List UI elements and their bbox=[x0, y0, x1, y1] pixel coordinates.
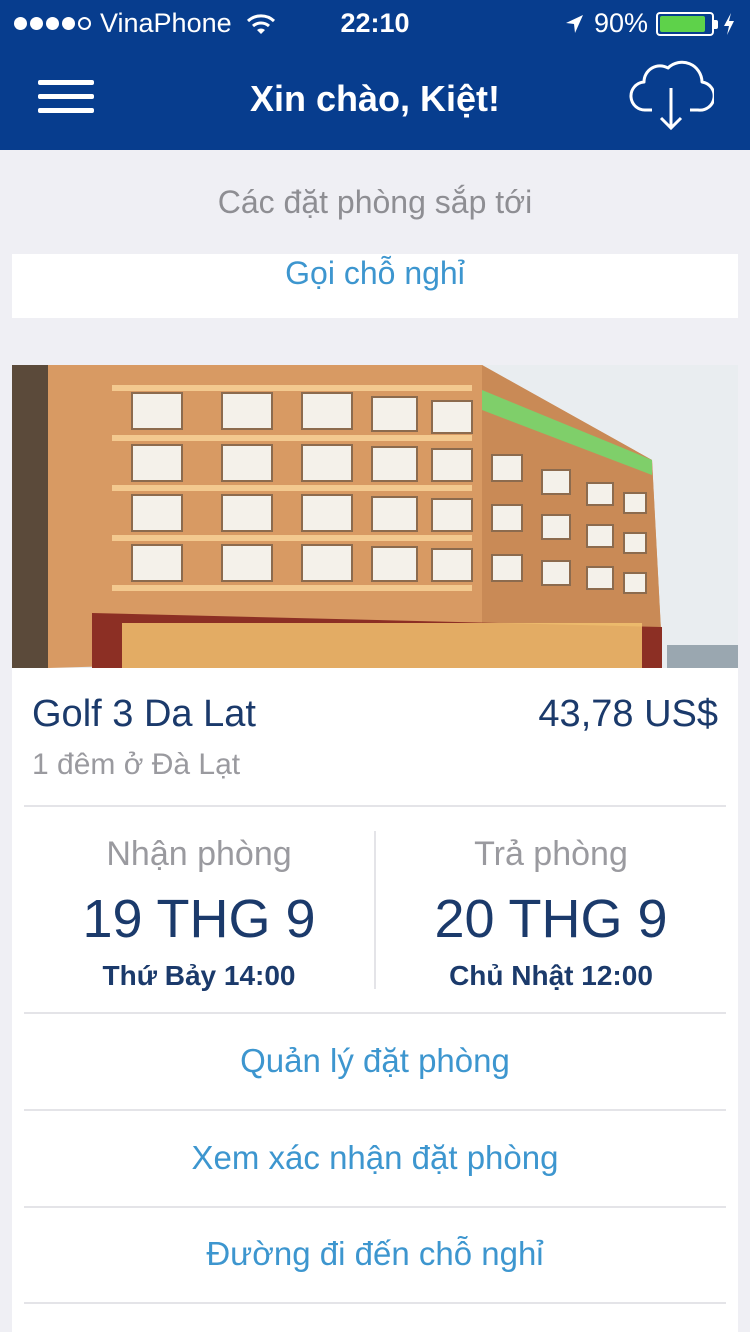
booking-card: Golf 3 Da Lat 43,78 US$ 1 đêm ở Đà Lạt N… bbox=[12, 365, 738, 1332]
battery-percent: 90% bbox=[593, 8, 648, 38]
manage-booking-link[interactable]: Quản lý đặt phòng bbox=[12, 1042, 738, 1080]
cloud-download-icon[interactable] bbox=[628, 56, 714, 134]
battery-icon bbox=[656, 11, 718, 36]
checkin-time: Thứ Bảy 14:00 bbox=[102, 960, 296, 991]
hotel-price: 43,78 US$ bbox=[538, 693, 718, 735]
divider bbox=[24, 1012, 726, 1014]
location-arrow-icon bbox=[565, 14, 583, 33]
hotel-photo[interactable] bbox=[12, 365, 738, 668]
checkout-label: Trả phòng bbox=[474, 835, 628, 873]
stay-summary: 1 đêm ở Đà Lạt bbox=[32, 748, 241, 781]
checkin-label: Nhận phòng bbox=[106, 835, 292, 873]
checkout-column: Trả phòng 20 THG 9 Chủ Nhật 12:00 bbox=[376, 835, 726, 992]
call-property-card: Gọi chỗ nghỉ bbox=[12, 254, 738, 318]
divider bbox=[24, 805, 726, 807]
status-bar: VinaPhone 22:10 90% bbox=[0, 0, 750, 50]
app-header: VinaPhone 22:10 90% Xin chào, Kiệt! bbox=[0, 0, 750, 150]
checkin-date: 19 THG 9 bbox=[82, 889, 316, 949]
checkin-column: Nhận phòng 19 THG 9 Thứ Bảy 14:00 bbox=[24, 835, 374, 992]
divider bbox=[24, 1206, 726, 1208]
hotel-name[interactable]: Golf 3 Da Lat bbox=[32, 693, 256, 736]
divider bbox=[24, 1302, 726, 1304]
checkout-date: 20 THG 9 bbox=[434, 889, 668, 949]
divider bbox=[24, 1109, 726, 1111]
upcoming-bookings-heading: Các đặt phòng sắp tới bbox=[217, 184, 533, 220]
charging-bolt-icon bbox=[724, 12, 734, 35]
view-confirmation-link[interactable]: Xem xác nhận đặt phòng bbox=[12, 1139, 738, 1177]
directions-link[interactable]: Đường đi đến chỗ nghỉ bbox=[12, 1235, 738, 1273]
call-property-link[interactable]: Gọi chỗ nghỉ bbox=[285, 254, 465, 292]
checkout-time: Chủ Nhật 12:00 bbox=[449, 960, 653, 991]
